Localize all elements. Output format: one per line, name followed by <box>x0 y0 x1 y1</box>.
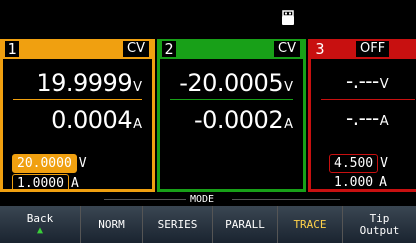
mode-label: MODE <box>190 194 215 205</box>
channel-number: 2 <box>162 41 176 57</box>
voltage-setpoint[interactable]: 4.500 V <box>329 154 388 173</box>
current-unit: A <box>284 117 293 132</box>
norm-label: NORM <box>98 217 125 231</box>
voltage-setpoint[interactable]: 20.0000 V <box>12 154 87 173</box>
trace-label: TRACE <box>293 217 327 231</box>
cv-mode-badge: CV <box>274 41 300 57</box>
voltage-unit: V <box>133 80 142 95</box>
channel-3-header: 3 OFF <box>311 39 416 59</box>
series-label: SERIES <box>157 217 198 231</box>
channel-number: 1 <box>5 41 19 57</box>
tip-output-softkey[interactable]: Tip Output <box>342 206 416 243</box>
channel-3-panel[interactable]: 3 OFF -.---V -.---A 4.500 V 1.000 A <box>308 39 416 192</box>
current-value: 0.0004 <box>51 106 133 134</box>
parall-label: PARALL <box>225 217 265 231</box>
voltage-unit: V <box>284 80 293 95</box>
current-readout: -.---A <box>321 106 389 130</box>
output-label: Output <box>359 223 400 237</box>
channel-1-panel[interactable]: 1 CV 19.9999V 0.0004A 20.0000 V 1.0000 A <box>0 39 155 192</box>
status-bar <box>0 0 416 38</box>
cv-mode-badge: CV <box>123 41 149 57</box>
norm-softkey[interactable]: NORM <box>80 206 142 243</box>
channel-number: 3 <box>315 40 325 58</box>
mode-rule-right <box>232 199 340 200</box>
voltage-setpoint-field[interactable]: 20.0000 <box>12 154 77 173</box>
current-value: -0.0002 <box>193 106 284 134</box>
current-setpoint-unit: A <box>379 175 387 190</box>
voltage-unit: V <box>379 77 389 92</box>
series-softkey[interactable]: SERIES <box>142 206 212 243</box>
voltage-readout: -20.0005V <box>179 69 293 97</box>
usb-drive-icon <box>282 10 294 25</box>
mode-rule-left <box>104 199 186 200</box>
channel-2-panel[interactable]: 2 CV -20.0005V -0.0002A <box>157 39 306 192</box>
channel-1-header: 1 CV <box>3 39 152 59</box>
parall-softkey[interactable]: PARALL <box>212 206 277 243</box>
current-setpoint-unit: A <box>70 176 79 191</box>
current-unit: A <box>133 117 142 132</box>
voltage-value: -.--- <box>346 69 379 93</box>
readout-divider <box>321 99 415 100</box>
voltage-setpoint-unit: V <box>380 156 388 171</box>
voltage-setpoint-field[interactable]: 4.500 <box>329 154 379 173</box>
current-value: -.--- <box>346 106 379 130</box>
voltage-value: 19.9999 <box>36 69 133 97</box>
current-readout: 0.0004A <box>51 106 142 134</box>
current-setpoint[interactable]: 1.000 A <box>329 174 387 190</box>
current-readout: -0.0002A <box>194 106 293 134</box>
current-setpoint-field[interactable]: 1.0000 <box>12 174 69 189</box>
voltage-setpoint-unit: V <box>78 156 87 171</box>
voltage-readout: -.---V <box>321 69 389 93</box>
current-setpoint-field[interactable]: 1.000 <box>329 174 377 189</box>
voltage-value: -20.0005 <box>179 69 284 97</box>
channel-2-header: 2 CV <box>160 39 303 59</box>
back-arrow-icon: ▲ <box>36 224 44 236</box>
current-setpoint[interactable]: 1.0000 A <box>12 174 79 191</box>
tip-label: Tip <box>369 211 390 225</box>
back-softkey[interactable]: Back ▲ <box>0 206 80 243</box>
trace-softkey[interactable]: TRACE <box>277 206 342 243</box>
off-mode-badge: OFF <box>356 41 390 57</box>
back-label: Back <box>26 211 54 225</box>
readout-divider <box>13 99 142 100</box>
current-unit: A <box>379 114 389 129</box>
softkey-bar: Back ▲ NORM SERIES PARALL TRACE Tip Outp… <box>0 206 416 243</box>
voltage-readout: 19.9999V <box>36 69 142 97</box>
readout-divider <box>170 99 293 100</box>
